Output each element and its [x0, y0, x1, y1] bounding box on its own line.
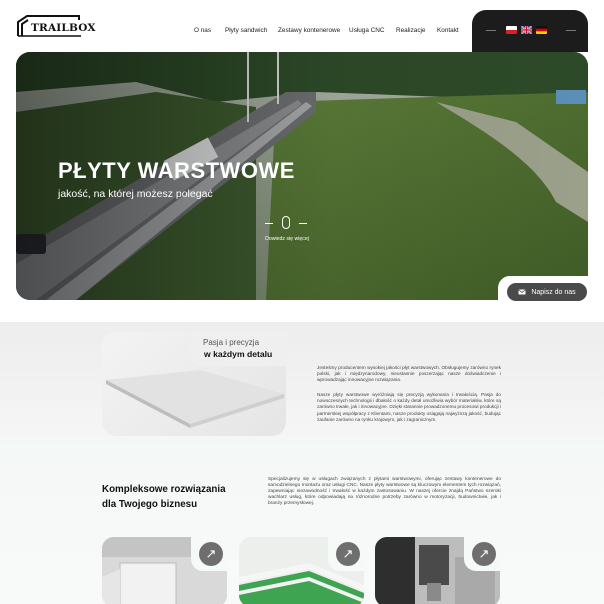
about-paragraph-1: Jesteśmy producentem wysokiej jakości pł… [317, 365, 501, 383]
scroll-hint-label[interactable]: Dowiedz się więcej [258, 236, 316, 242]
de-flag-icon[interactable] [536, 26, 547, 34]
tile-2-arrow-icon[interactable]: ↗ [336, 542, 360, 566]
hero-subtitle: jakość, na której możesz polegać [58, 188, 213, 200]
nav-item-usluga-cnc[interactable]: Usługa CNC [349, 27, 385, 34]
about-section [0, 322, 604, 444]
mail-icon [518, 289, 527, 295]
divider [486, 30, 496, 31]
nav-item-realizacje[interactable]: Realizacje [396, 27, 425, 34]
hero-title: PŁYTY WARSTWOWE [58, 158, 295, 183]
uk-flag-icon[interactable] [521, 26, 532, 34]
contact-button[interactable]: Napisz do nas [507, 283, 587, 301]
solutions-heading: Kompleksowe rozwiązania dla Twojego bizn… [102, 483, 252, 512]
divider [265, 223, 273, 224]
contact-button-label: Napisz do nas [531, 288, 576, 296]
solutions-paragraph: Specjalizujemy się w usługach związanych… [268, 477, 501, 507]
divider [566, 30, 576, 31]
solutions-heading-line-1: Kompleksowe rozwiązania [102, 484, 226, 495]
nav-item-plyty-sandwich[interactable]: Płyty sandwich [225, 27, 267, 34]
nav-item-zestawy-kontenerowe[interactable]: Zestawy kontenerowe [278, 27, 340, 34]
solutions-heading-line-2: dla Twojego biznesu [102, 498, 198, 510]
tile-3-arrow-icon[interactable]: ↗ [472, 542, 496, 566]
nav-item-o-nas[interactable]: O nas [194, 27, 211, 34]
divider [299, 223, 307, 224]
nav-item-kontakt[interactable]: Kontakt [437, 27, 459, 34]
tile-1-arrow-icon[interactable]: ↗ [199, 542, 223, 566]
pl-flag-icon[interactable] [506, 26, 517, 34]
trailbox-logo[interactable]: TRAILBOX [17, 15, 96, 37]
scroll-mouse-icon[interactable] [282, 216, 290, 229]
language-switcher [506, 26, 547, 34]
about-heading: w każdym detalu [204, 349, 273, 359]
about-paragraph-2: Nasze płyty warstwowe wyróżniają się pre… [317, 392, 501, 422]
hero-banner: PŁYTY WARSTWOWE jakość, na której możesz… [16, 52, 588, 300]
about-kicker: Pasja i precyzja [203, 338, 260, 347]
logo-text: TRAILBOX [31, 22, 96, 34]
